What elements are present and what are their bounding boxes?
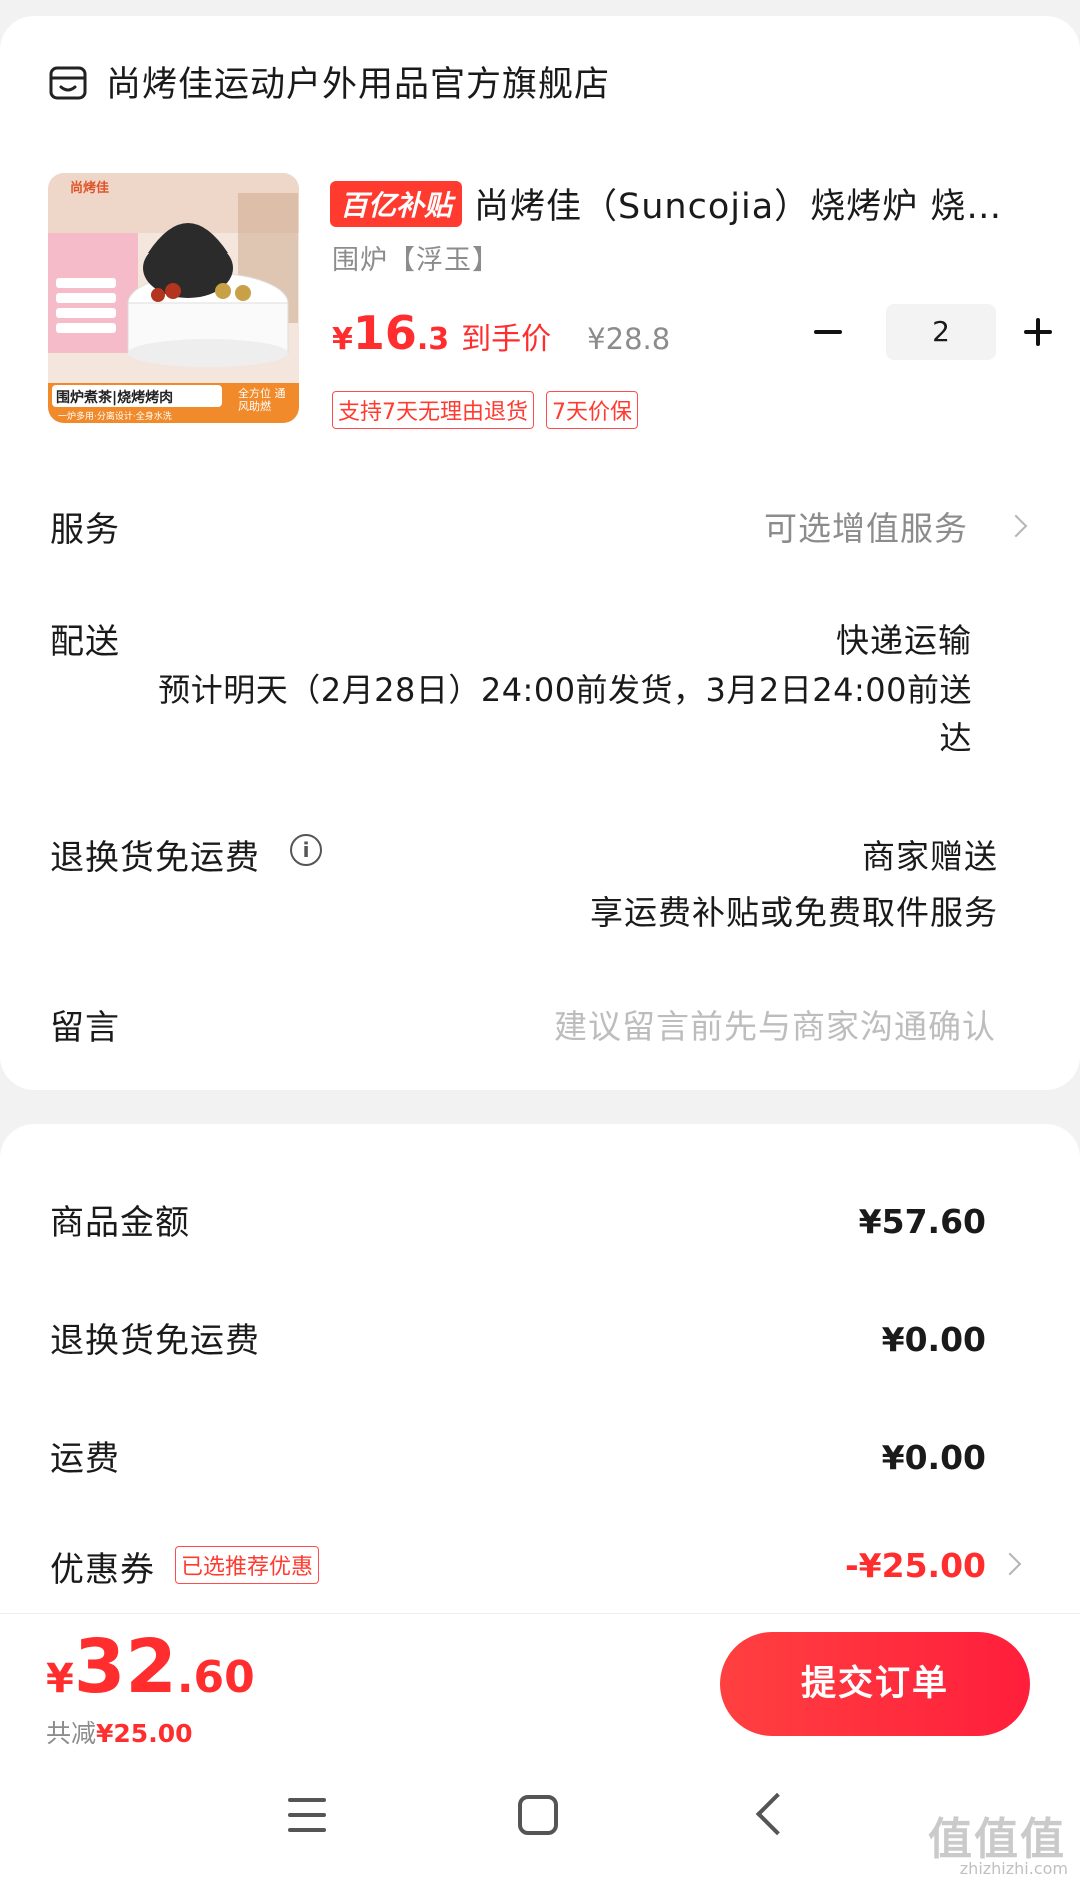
product-title: 尚烤佳（Suncojia）烧烤炉 烧烤… (474, 187, 1030, 227)
return-shipping-label: 退换货免运费 (50, 838, 260, 878)
watermark-url: zhizhizhi.com (959, 1859, 1068, 1878)
message-label: 留言 (50, 1008, 120, 1048)
return-fee-label: 退换货免运费 (50, 1321, 260, 1361)
subsidy-badge: 百亿补贴 (330, 180, 463, 227)
total-currency: ¥ (46, 1656, 74, 1702)
quantity-input[interactable]: 2 (886, 304, 996, 360)
price-label: 到手价 (461, 322, 552, 357)
delivery-estimate-line2: 达 (939, 719, 972, 757)
back-icon[interactable] (755, 1792, 799, 1836)
price-integer: 16 (352, 306, 417, 360)
return-shipping-desc: 享运费补贴或免费取件服务 (590, 893, 998, 932)
return-shipping-value: 商家赠送 (862, 837, 998, 876)
discount-label: 共减 (46, 1719, 97, 1748)
service-value: 可选增值服务 (764, 509, 968, 548)
plus-icon[interactable] (1018, 312, 1058, 352)
minus-icon[interactable] (808, 312, 848, 352)
store-icon (49, 66, 87, 99)
info-icon[interactable]: i (290, 834, 322, 866)
system-nav-bar: 值值值 zhizhizhi.com (0, 1763, 1080, 1881)
tag-price-protect: 7天价保 (546, 391, 638, 429)
total-integer: 32 (73, 1624, 177, 1710)
coupon-label: 优惠券 (50, 1550, 155, 1590)
coupon-tag: 已选推荐优惠 (175, 1546, 320, 1584)
product-sku[interactable]: 围炉【浮玉】 (332, 238, 500, 277)
home-icon[interactable] (518, 1795, 558, 1835)
tag-return: 支持7天无理由退货 (332, 391, 534, 429)
coupon-value: -¥25.00 (844, 1546, 986, 1585)
checkout-bar: ¥ 32 .60 共减¥25.00 提交订单 (0, 1613, 1080, 1763)
message-input[interactable]: 建议留言前先与商家沟通确认 (554, 1000, 996, 1048)
shipping-fee-value: ¥0.00 (881, 1438, 986, 1477)
thumb-sub: 一炉多用·分离设计·全身水洗 (58, 412, 172, 422)
quantity-stepper: 2 (808, 304, 1058, 360)
delivery-estimate-line1: 预计明天（2月28日）24:00前发货，3月2日24:00前送 (158, 671, 972, 709)
product-tags: 支持7天无理由退货 7天价保 (332, 391, 650, 429)
delivery-label: 配送 (50, 622, 120, 662)
delivery-method: 快递运输 (836, 621, 972, 660)
service-label: 服务 (50, 510, 120, 550)
price-decimal: .3 (416, 322, 450, 357)
total-price: ¥ 32 .60 (46, 1624, 255, 1710)
product-price: ¥ 16 .3 到手价 ¥28.8 (332, 306, 670, 360)
product-title-row[interactable]: 百亿补贴 尚烤佳（Suncojia）烧烤炉 烧烤… (330, 178, 1030, 229)
chevron-right-icon (1004, 514, 1028, 538)
watermark: 值值值 (928, 1814, 1066, 1865)
product-thumbnail[interactable]: 尚烤佳 围炉煮茶|烧烤烤肉 一炉多用·分离设计·全身水洗 全方位 通风助燃 (48, 173, 299, 423)
delivery-estimate: 预计明天（2月28日）24:00前发货，3月2日24:00前送 达 (152, 666, 972, 762)
product-image (48, 173, 299, 423)
original-price: ¥28.8 (587, 322, 671, 356)
thumb-brand: 尚烤佳 (70, 181, 110, 196)
return-fee-value: ¥0.00 (881, 1320, 986, 1359)
order-item-card: 尚烤佳运动户外用品官方旗舰店 尚烤佳 围炉煮茶|烧烤烤肉 一炉多用·分离设计·全… (0, 16, 1080, 1090)
recent-apps-icon[interactable] (288, 1798, 326, 1834)
total-decimal: .60 (176, 1652, 255, 1703)
submit-order-button[interactable]: 提交订单 (720, 1632, 1030, 1736)
thumb-badge: 全方位 通风助燃 (238, 387, 286, 413)
thumb-caption: 围炉煮茶|烧烤烤肉 (56, 390, 174, 406)
goods-amount-label: 商品金额 (50, 1203, 190, 1243)
store-name: 尚烤佳运动户外用品官方旗舰店 (106, 65, 611, 105)
shipping-fee-label: 运费 (50, 1439, 120, 1479)
price-currency: ¥ (332, 322, 353, 357)
store-header[interactable]: 尚烤佳运动户外用品官方旗舰店 (48, 56, 610, 107)
goods-amount-value: ¥57.60 (858, 1202, 986, 1241)
discount-summary: 共减¥25.00 (46, 1714, 193, 1750)
discount-value: ¥25.00 (96, 1719, 193, 1748)
